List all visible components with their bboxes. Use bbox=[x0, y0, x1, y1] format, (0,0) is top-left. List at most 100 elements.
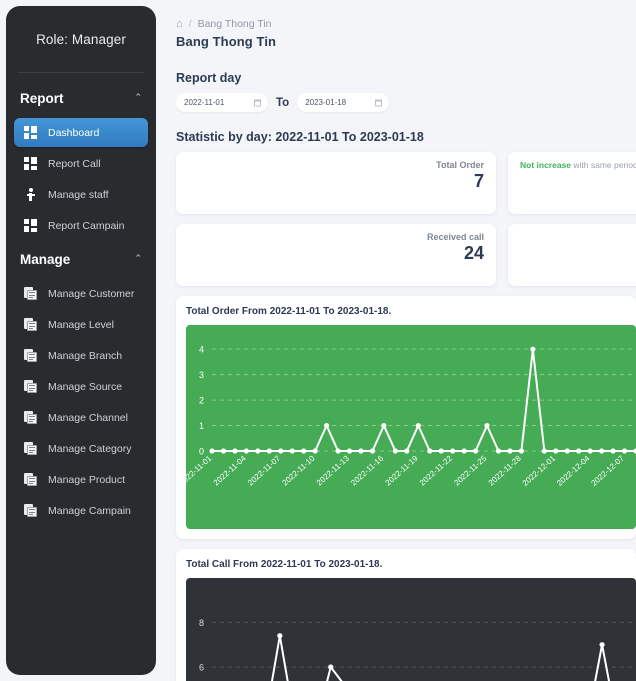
chart-card-total-order: Total Order From 2022-11-01 To 2023-01-1… bbox=[176, 296, 636, 539]
grid-icon bbox=[24, 219, 37, 232]
sidebar-item-report-call[interactable]: Report Call bbox=[14, 149, 148, 178]
sidebar-section-label: Report bbox=[20, 91, 64, 106]
svg-text:2022-11-25: 2022-11-25 bbox=[452, 453, 488, 487]
svg-text:6: 6 bbox=[199, 663, 204, 673]
sidebar-item-label: Dashboard bbox=[48, 126, 100, 139]
sidebar-item-label: Manage Category bbox=[48, 442, 132, 455]
svg-text:2022-11-01: 2022-11-01 bbox=[186, 453, 214, 487]
sidebar-item-label: Manage Customer bbox=[48, 287, 135, 300]
person-icon bbox=[24, 188, 37, 201]
sidebar-item-label: Manage Campain bbox=[48, 504, 131, 517]
svg-text:2: 2 bbox=[199, 396, 204, 406]
sidebar-item-label: Manage Branch bbox=[48, 349, 123, 362]
date-range-row: 2022-11-01 To 2023-01-18 bbox=[176, 93, 636, 112]
sidebar-item-manage-source[interactable]: Manage Source bbox=[14, 372, 148, 401]
dashboard-page: Role: Manager Report ⌃ Dashboard Report Cal… bbox=[0, 0, 636, 681]
sidebar-item-label: Manage Product bbox=[48, 473, 126, 486]
stat-card-comparison-call bbox=[508, 224, 636, 286]
sidebar-item-report-campain[interactable]: Report Campain bbox=[14, 211, 148, 240]
statistic-heading: Statistic by day: 2022-11-01 To 2023-01-… bbox=[176, 130, 424, 144]
sidebar-item-manage-campain[interactable]: Manage Campain bbox=[14, 496, 148, 525]
document-icon bbox=[24, 473, 37, 486]
svg-text:2022-12-04: 2022-12-04 bbox=[555, 453, 592, 487]
chevron-up-icon[interactable]: ⌃ bbox=[134, 93, 142, 102]
chart-card-total-call: Total Call From 2022-11-01 To 2023-01-18… bbox=[176, 549, 636, 681]
sidebar-item-dashboard[interactable]: Dashboard bbox=[14, 118, 148, 147]
document-icon bbox=[24, 380, 37, 393]
date-from-value: 2022-11-01 bbox=[184, 98, 225, 107]
sidebar-item-label: Report Call bbox=[48, 157, 101, 170]
date-to-label: To bbox=[276, 96, 290, 109]
breadcrumb-separator: / bbox=[188, 18, 192, 30]
calendar-icon[interactable] bbox=[375, 99, 383, 106]
sidebar: Role: Manager Report ⌃ Dashboard Report Cal… bbox=[6, 6, 156, 675]
comparison-rest: with same period bbox=[571, 160, 636, 170]
stat-value: 7 bbox=[473, 171, 484, 191]
breadcrumb-current[interactable]: Bang Thong Tin bbox=[198, 18, 272, 30]
sidebar-item-label: Manage Level bbox=[48, 318, 114, 331]
total-call-line-chart[interactable]: 468 bbox=[186, 578, 636, 681]
sidebar-item-manage-channel[interactable]: Manage Channel bbox=[14, 403, 148, 432]
home-icon[interactable]: ⌂ bbox=[176, 18, 183, 30]
chart-title: Total Order From 2022-11-01 To 2023-01-1… bbox=[186, 306, 392, 317]
date-to-value: 2023-01-18 bbox=[305, 98, 347, 107]
svg-text:2022-11-04: 2022-11-04 bbox=[212, 453, 248, 487]
svg-text:2022-11-28: 2022-11-28 bbox=[487, 453, 523, 487]
sidebar-section-label: Manage bbox=[20, 252, 71, 267]
sidebar-section-report[interactable]: Report ⌃ bbox=[6, 81, 156, 116]
breadcrumb: ⌂ / Bang Thong Tin bbox=[176, 18, 636, 30]
stat-card-row: Received call 24 bbox=[176, 224, 636, 286]
sidebar-item-manage-category[interactable]: Manage Category bbox=[14, 434, 148, 463]
sidebar-item-manage-level[interactable]: Manage Level bbox=[14, 310, 148, 339]
svg-text:2022-12-01: 2022-12-01 bbox=[521, 453, 558, 487]
sidebar-item-manage-product[interactable]: Manage Product bbox=[14, 465, 148, 494]
date-from-input[interactable]: 2022-11-01 bbox=[176, 93, 268, 112]
comparison-highlight: Not increase bbox=[520, 160, 572, 170]
sidebar-item-label: Manage staff bbox=[48, 188, 109, 201]
svg-text:2022-11-22: 2022-11-22 bbox=[418, 453, 454, 487]
stat-label: Received call bbox=[426, 232, 484, 242]
sidebar-item-label: Manage Channel bbox=[48, 411, 128, 424]
sidebar-nav: Report ⌃ Dashboard Report Call Manage staff R… bbox=[6, 73, 156, 525]
document-icon bbox=[24, 504, 37, 517]
sidebar-item-manage-branch[interactable]: Manage Branch bbox=[14, 341, 148, 370]
svg-text:2022-11-13: 2022-11-13 bbox=[315, 453, 351, 487]
document-icon bbox=[24, 411, 37, 424]
svg-text:2022-11-07: 2022-11-07 bbox=[246, 453, 282, 487]
svg-text:1: 1 bbox=[199, 421, 204, 431]
stat-card-comparison-order: Not increase with same period bbox=[508, 152, 636, 214]
sidebar-item-manage-customer[interactable]: Manage Customer bbox=[14, 279, 148, 308]
svg-text:0: 0 bbox=[199, 447, 204, 457]
sidebar-item-manage-staff[interactable]: Manage staff bbox=[14, 180, 148, 209]
stat-card-row: Total Order 7 Not increase with same per… bbox=[176, 152, 636, 214]
role-label: Role: Manager bbox=[36, 31, 126, 47]
main-content: ⌂ / Bang Thong Tin Bang Thong Tin Report… bbox=[164, 0, 636, 681]
document-icon bbox=[24, 442, 37, 455]
page-title: Bang Thong Tin bbox=[176, 34, 277, 49]
grid-icon bbox=[24, 126, 37, 139]
total-order-line-chart[interactable]: 0 1 2 3 4 2022-11-01 2022-11-04 2022-11-07 2022-… bbox=[186, 325, 636, 529]
calendar-icon[interactable] bbox=[254, 99, 261, 106]
stat-cards: Total Order 7 Not increase with same per… bbox=[176, 152, 636, 286]
document-icon bbox=[24, 318, 37, 331]
sidebar-section-manage[interactable]: Manage ⌃ bbox=[6, 242, 156, 277]
stat-value: 24 bbox=[463, 243, 484, 263]
svg-text:8: 8 bbox=[199, 618, 204, 628]
sidebar-item-label: Manage Source bbox=[48, 380, 123, 393]
chevron-up-icon[interactable]: ⌃ bbox=[134, 254, 142, 263]
stat-label: Total Order bbox=[436, 160, 484, 170]
document-icon bbox=[24, 287, 37, 300]
sidebar-item-label: Report Campain bbox=[48, 219, 125, 232]
svg-text:2022-11-10: 2022-11-10 bbox=[280, 453, 316, 487]
svg-text:4: 4 bbox=[199, 345, 204, 355]
stat-card-received-call: Received call 24 bbox=[176, 224, 496, 286]
comparison-note: Not increase with same period bbox=[520, 160, 636, 170]
svg-text:2022-12-07: 2022-12-07 bbox=[589, 453, 626, 487]
stat-card-total-order: Total Order 7 bbox=[176, 152, 496, 214]
date-to-input[interactable]: 2023-01-18 bbox=[297, 93, 390, 112]
grid-icon bbox=[24, 157, 37, 170]
document-icon bbox=[24, 349, 37, 362]
svg-text:2022-11-16: 2022-11-16 bbox=[349, 453, 385, 487]
svg-text:3: 3 bbox=[199, 370, 204, 380]
svg-text:2022-11-19: 2022-11-19 bbox=[384, 453, 420, 487]
